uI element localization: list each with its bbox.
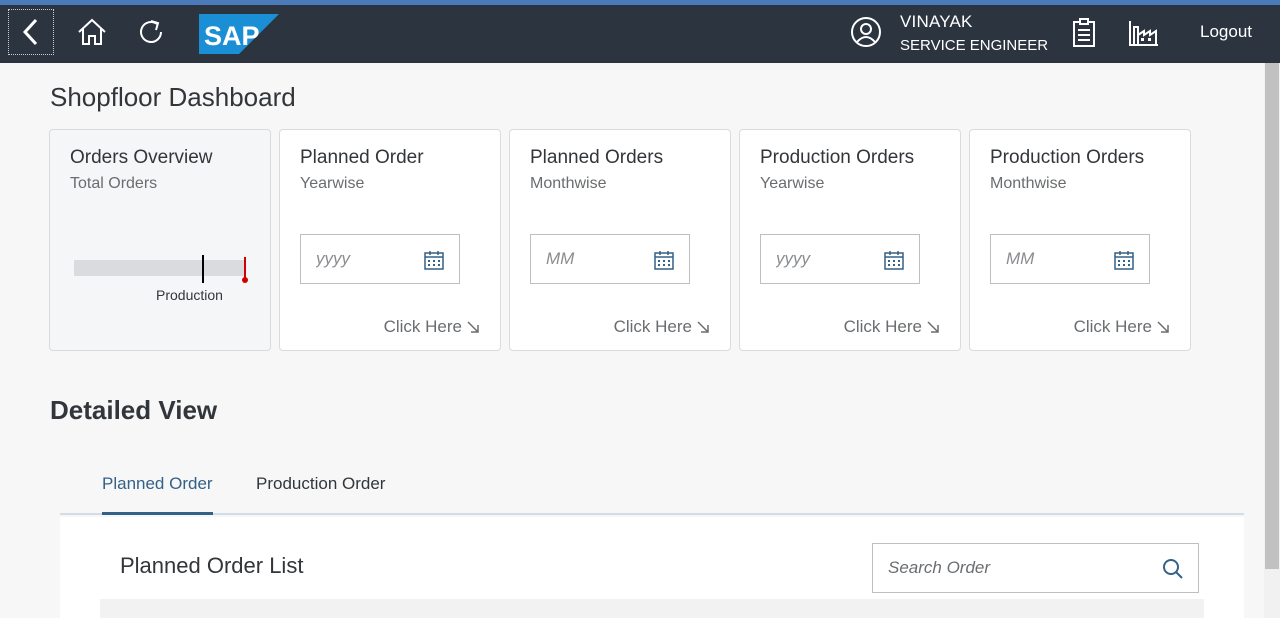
- refresh-icon: [140, 20, 162, 43]
- tab-production-order[interactable]: Production Order: [256, 474, 385, 515]
- page-title: Shopfloor Dashboard: [50, 82, 296, 112]
- clipboard-button[interactable]: [1064, 11, 1104, 55]
- tile-title: Planned Order: [300, 147, 424, 168]
- arrow-down-right-icon: [467, 321, 479, 333]
- month-picker[interactable]: [530, 234, 690, 284]
- tile-title: Production Orders: [760, 147, 915, 168]
- month-input[interactable]: [546, 249, 656, 269]
- user-name: VINAYAK: [900, 12, 973, 31]
- back-button[interactable]: [8, 9, 54, 55]
- click-here-link[interactable]: Click Here: [844, 317, 940, 337]
- detailed-view-title: Detailed View: [50, 395, 218, 425]
- tile-planned-orders-monthwise[interactable]: Planned Orders Monthwise Click Here: [509, 129, 731, 351]
- year-input[interactable]: [316, 249, 426, 269]
- search-icon[interactable]: [1162, 558, 1184, 580]
- user-icon: [851, 17, 881, 47]
- arrow-down-right-icon: [697, 321, 709, 333]
- tile-subtitle: Yearwise: [300, 175, 365, 192]
- factory-icon: [1129, 21, 1158, 46]
- calendar-icon[interactable]: [424, 250, 444, 270]
- tab-bar: Planned Order Production Order: [60, 462, 1244, 515]
- arrow-down-right-icon: [927, 321, 939, 333]
- tab-planned-order[interactable]: Planned Order: [102, 474, 213, 515]
- year-picker[interactable]: [300, 234, 460, 284]
- link-label: Click Here: [613, 317, 692, 336]
- tile-title: Planned Orders: [530, 147, 664, 168]
- link-label: Click Here: [383, 317, 462, 336]
- click-here-link[interactable]: Click Here: [384, 317, 480, 337]
- bullet-chart-label: Production: [156, 287, 223, 303]
- arrow-down-right-icon: [1157, 321, 1169, 333]
- year-input[interactable]: [776, 249, 886, 269]
- planned-order-panel: Planned Order List: [60, 517, 1244, 618]
- tile-production-orders-yearwise[interactable]: Production Orders Yearwise Click Here: [739, 129, 961, 351]
- year-picker[interactable]: [760, 234, 920, 284]
- refresh-button[interactable]: [130, 10, 174, 54]
- list-title: Planned Order List: [120, 553, 304, 578]
- sap-logo: SAP: [199, 14, 279, 54]
- tile-subtitle: Monthwise: [530, 175, 607, 192]
- clipboard-icon: [1073, 18, 1095, 47]
- scrollbar-thumb[interactable]: [1265, 63, 1279, 569]
- bullet-chart-target-marker: [244, 257, 246, 279]
- bullet-chart-track: [74, 260, 246, 276]
- calendar-icon[interactable]: [1114, 250, 1134, 270]
- user-avatar-button[interactable]: [845, 11, 887, 53]
- back-icon: [22, 18, 38, 46]
- link-label: Click Here: [843, 317, 922, 336]
- factory-button[interactable]: [1122, 11, 1166, 55]
- search-field[interactable]: [872, 543, 1199, 593]
- tile-title: Production Orders: [990, 147, 1145, 168]
- tile-title: Orders Overview: [70, 147, 213, 168]
- search-input[interactable]: [888, 558, 1148, 578]
- logout-button[interactable]: Logout: [1186, 18, 1266, 46]
- click-here-link[interactable]: Click Here: [1074, 317, 1170, 337]
- tile-production-orders-monthwise[interactable]: Production Orders Monthwise Click Here: [969, 129, 1191, 351]
- month-input[interactable]: [1006, 249, 1116, 269]
- click-here-link[interactable]: Click Here: [614, 317, 710, 337]
- home-button[interactable]: [70, 10, 114, 54]
- link-label: Click Here: [1073, 317, 1152, 336]
- month-picker[interactable]: [990, 234, 1150, 284]
- bullet-chart-actual-marker: [202, 255, 204, 283]
- table-header: [100, 599, 1204, 618]
- sap-logo-text: SAP: [204, 21, 260, 51]
- tile-orders-overview[interactable]: Orders Overview Total Orders Production: [49, 129, 271, 351]
- user-role: SERVICE ENGINEER: [900, 37, 1049, 54]
- tile-subtitle: Monthwise: [990, 175, 1067, 192]
- tile-subtitle: Yearwise: [760, 175, 825, 192]
- calendar-icon[interactable]: [884, 250, 904, 270]
- tile-subtitle: Total Orders: [70, 175, 158, 192]
- bullet-chart-target-dot: [242, 277, 248, 283]
- tile-planned-order-yearwise[interactable]: Planned Order Yearwise Click Here: [279, 129, 501, 351]
- calendar-icon[interactable]: [654, 250, 674, 270]
- home-icon: [78, 18, 106, 45]
- shell-bar: SAP VINAYAK SERVICE ENGINEER Logout: [0, 5, 1280, 63]
